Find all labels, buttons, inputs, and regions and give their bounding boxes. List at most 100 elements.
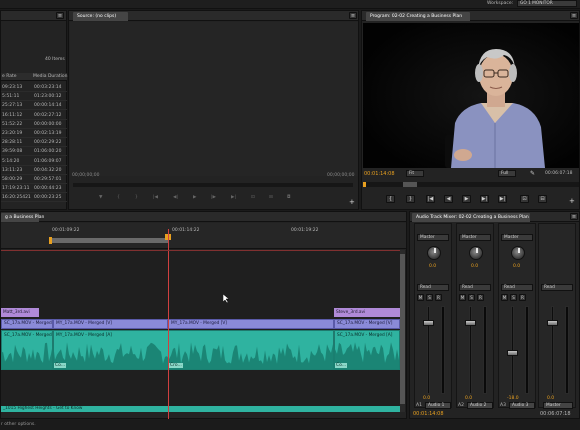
timeline-scrollbar[interactable]	[400, 250, 405, 412]
project-row[interactable]: 17:19:23:11 00:00:44:23	[1, 184, 67, 194]
crossfade-label[interactable]: Co...	[335, 363, 348, 368]
output-route-select[interactable]: Master	[459, 234, 491, 241]
tab-audio-mixer[interactable]: Audio Track Mixer: 02-02 Creating a Busi…	[412, 213, 530, 222]
add-button-icon[interactable]: +	[349, 198, 355, 206]
automation-select[interactable]: Read	[501, 284, 533, 291]
output-route-select[interactable]: Master	[417, 234, 449, 241]
go-to-in-icon[interactable]: |◀	[153, 195, 158, 200]
go-to-out-icon[interactable]: ▶|	[231, 195, 236, 200]
volume-fader-handle[interactable]	[423, 320, 434, 326]
in-point-icon[interactable]: {	[117, 195, 120, 200]
volume-value[interactable]: 0.0	[423, 396, 430, 401]
program-scrubber[interactable]	[363, 182, 579, 187]
project-row[interactable]: 5:51:11 01:23:00:12	[1, 92, 67, 102]
title-clip[interactable]: Steve_3rd.avi	[334, 308, 400, 317]
out-point-icon[interactable]: }	[406, 195, 415, 203]
video-clip[interactable]: MY_17a.MOV - Merged [V]	[53, 319, 168, 329]
step-forward-icon[interactable]: |▶	[211, 195, 216, 200]
pan-value[interactable]: 0.0	[513, 264, 520, 269]
pan-knob[interactable]	[427, 246, 441, 260]
project-row[interactable]: 58:00:29 00:29:57:01	[1, 175, 67, 184]
work-area-bar[interactable]	[50, 238, 169, 243]
insert-icon[interactable]: ⊡	[251, 195, 255, 200]
tab-program[interactable]: Program: 02-02 Creating a Business Plan	[366, 12, 470, 21]
mute-button[interactable]: M	[417, 294, 424, 301]
zoom-bar[interactable]	[403, 182, 417, 187]
solo-button[interactable]: S	[510, 294, 517, 301]
col-duration[interactable]: Media Duration	[33, 74, 68, 79]
video-clip[interactable]: SC_17a.MOV - Merged [V]	[1, 319, 53, 329]
project-row[interactable]: 16:11:12 00:02:27:12	[1, 111, 67, 120]
pan-knob[interactable]	[469, 246, 483, 260]
play-icon[interactable]: ▶	[462, 195, 471, 203]
scroll-thumb[interactable]	[400, 254, 405, 404]
automation-select[interactable]: Read	[417, 284, 449, 291]
record-button[interactable]: R	[519, 294, 526, 301]
step-back-icon[interactable]: ◀|	[173, 195, 178, 200]
crossfade-label[interactable]: Co...	[54, 363, 67, 368]
extract-icon[interactable]: ⊟	[538, 195, 547, 203]
project-row[interactable]: 13:11:23 00:04:32:20	[1, 166, 67, 175]
playhead-marker[interactable]	[363, 182, 366, 187]
video-clip[interactable]: SC_17a.MOV - Merged [V]	[334, 319, 400, 329]
volume-fader-handle[interactable]	[465, 320, 476, 326]
panel-menu-icon[interactable]: ≡	[570, 213, 578, 220]
output-route-select[interactable]: Master	[501, 234, 533, 241]
go-to-in-icon[interactable]: |◀	[426, 195, 435, 203]
record-button[interactable]: R	[477, 294, 484, 301]
panel-menu-icon[interactable]: ≡	[349, 12, 357, 19]
pan-value[interactable]: 0.0	[429, 264, 436, 269]
step-forward-icon[interactable]: ▶|	[480, 195, 489, 203]
panel-menu-icon[interactable]: ≡	[56, 12, 64, 19]
pan-value[interactable]: 0.0	[471, 264, 478, 269]
project-row[interactable]: 09:23:13 00:03:23:14	[1, 83, 67, 92]
title-clip[interactable]: Matt_3rd.avi	[1, 308, 39, 317]
fit-select[interactable]: Fit	[406, 170, 424, 177]
project-row[interactable]: 25:27:13 00:00:14:14	[1, 101, 67, 111]
lift-icon[interactable]: ⊡	[520, 195, 529, 203]
track-name[interactable]: Audio 3	[509, 402, 535, 409]
mute-button[interactable]: M	[459, 294, 466, 301]
volume-fader-handle[interactable]	[507, 350, 518, 356]
volume-value[interactable]: 0.0	[547, 396, 554, 401]
automation-select[interactable]: Read	[459, 284, 491, 291]
music-clip[interactable]: _1015 Highest Heights - Get to Know	[1, 406, 400, 412]
mixer-timecode-current[interactable]: 00:01:14:08	[413, 411, 444, 417]
col-rate[interactable]: e Rate	[2, 74, 17, 79]
pan-knob[interactable]	[511, 246, 525, 260]
video-clip[interactable]: MY_17a.MOV - Merged [V]	[168, 319, 334, 329]
export-frame-icon[interactable]: ◘	[287, 195, 291, 200]
project-row[interactable]: 28:28:11 00:02:29:22	[1, 138, 67, 148]
step-back-icon[interactable]: ◀	[444, 195, 453, 203]
source-timecode-left[interactable]: 00;00;00;00	[72, 173, 99, 178]
out-point-icon[interactable]: }	[135, 195, 138, 200]
overwrite-icon[interactable]: ⊟	[269, 195, 273, 200]
project-row[interactable]: 39:59:08 01:06:00:20	[1, 147, 67, 157]
in-point-icon[interactable]: {	[386, 195, 395, 203]
project-row[interactable]: 16:20:25421 00:00:23:25	[1, 193, 67, 203]
record-button[interactable]: R	[435, 294, 442, 301]
volume-fader-handle[interactable]	[547, 320, 558, 326]
marker-icon[interactable]: ▼	[99, 195, 102, 200]
track-name[interactable]: Audio 2	[467, 402, 493, 409]
panel-menu-icon[interactable]: ≡	[570, 12, 578, 19]
play-icon[interactable]: ▶	[193, 195, 196, 200]
crossfade-label[interactable]: Cro...	[169, 363, 183, 368]
add-button-icon[interactable]: +	[569, 197, 575, 205]
time-ruler[interactable]: 00:01:09:22 00:01:14:22 00:01:19:22	[1, 223, 406, 249]
volume-value[interactable]: 0.0	[465, 396, 472, 401]
track-name[interactable]: Master	[543, 402, 573, 409]
mute-button[interactable]: M	[501, 294, 508, 301]
project-row[interactable]: 23:20:19 00:02:13:19	[1, 129, 67, 138]
playhead-line[interactable]	[168, 229, 169, 419]
track-name[interactable]: Audio 1	[425, 402, 451, 409]
in-marker[interactable]	[49, 237, 52, 244]
go-to-out-icon[interactable]: ▶|	[498, 195, 507, 203]
project-row[interactable]: 51:52:22 00:00:00:00	[1, 120, 67, 129]
workspace-select[interactable]: GO 1 MONITOR	[517, 0, 577, 7]
project-row[interactable]: 5:14:20 01:06:09:07	[1, 157, 67, 166]
solo-button[interactable]: S	[468, 294, 475, 301]
program-timecode-current[interactable]: 00:01:14:08	[364, 171, 395, 177]
volume-value[interactable]: -18.0	[507, 396, 519, 401]
tab-source[interactable]: Source: (no clips)	[73, 12, 128, 21]
